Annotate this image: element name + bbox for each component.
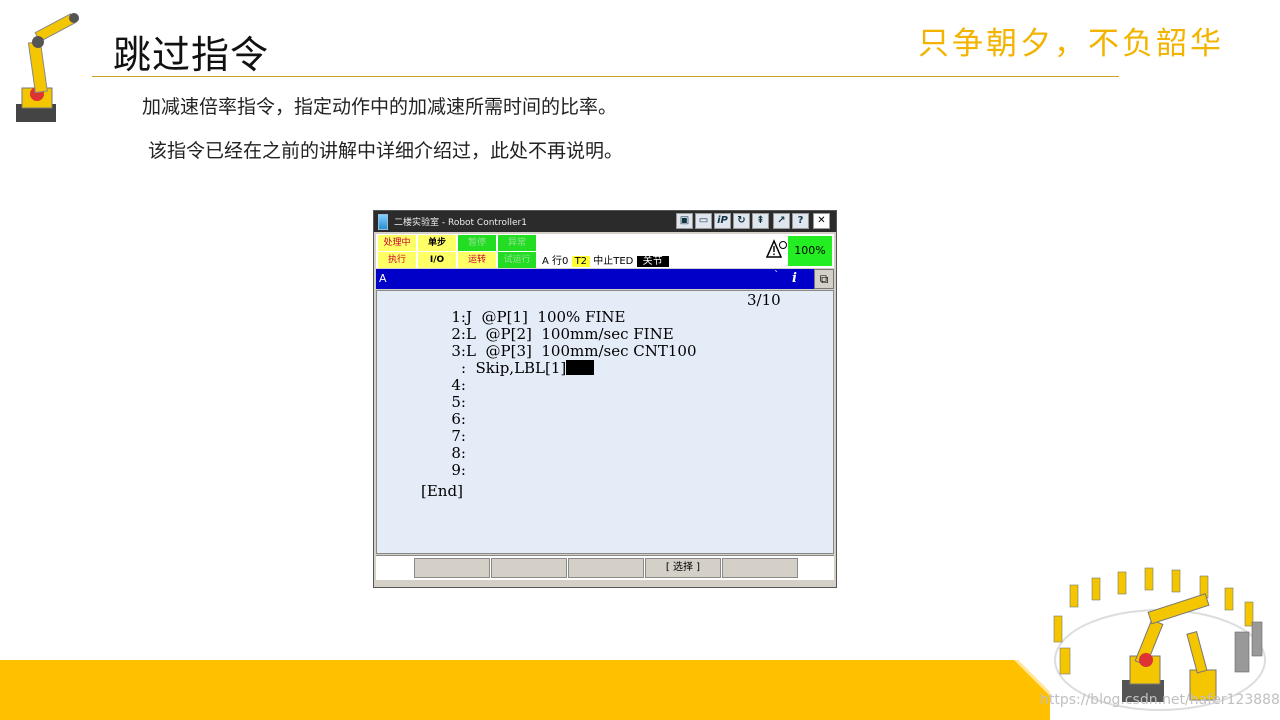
program-line[interactable]: 4: xyxy=(377,377,466,394)
status-run: 执行 xyxy=(378,252,416,268)
status-prod: 运转 xyxy=(458,252,496,268)
override-indicator[interactable]: 100% xyxy=(788,236,832,266)
title-divider xyxy=(92,76,1119,77)
line-counter: 3/10 xyxy=(747,291,781,309)
teach-pendant-icon[interactable]: ▣ xyxy=(676,213,693,229)
program-line[interactable]: 8: xyxy=(377,445,466,462)
status-panel: 处理中 单步 暂停 异常 执行 I/O 运转 试运行 A 行0 T2 中止TED… xyxy=(376,234,834,268)
status-step: 单步 xyxy=(418,235,456,251)
status-tcyc: 试运行 xyxy=(498,252,536,268)
jog-icon[interactable]: ↗ xyxy=(773,213,790,229)
program-line[interactable]: 7: xyxy=(377,428,466,445)
status-line: A 行0 T2 中止TED 关节 xyxy=(542,252,669,267)
f2-key[interactable] xyxy=(491,558,567,578)
status-io: I/O xyxy=(418,252,456,268)
bottom-accent-band xyxy=(0,660,1050,720)
execution-state: 中止TED xyxy=(593,256,634,267)
rotate-icon[interactable]: ↻ xyxy=(733,213,750,229)
program-line-status: A 行0 xyxy=(542,256,569,267)
text-cursor xyxy=(566,360,595,375)
program-line[interactable]: 9: xyxy=(377,462,466,479)
close-icon[interactable]: ✕ xyxy=(813,213,830,229)
robot-arm-logo xyxy=(16,13,79,122)
function-key-bar: [ 选择 ] xyxy=(376,555,834,580)
program-line[interactable]: 3:L @P[3] 100mm/sec CNT100 xyxy=(377,343,696,360)
watermark: https://blog.csdn.net/hafer123888 xyxy=(1040,692,1280,708)
ip-icon[interactable]: iP xyxy=(714,213,731,229)
slide-title: 跳过指令 xyxy=(113,33,270,77)
end-marker: [End] xyxy=(421,482,463,500)
f3-key[interactable] xyxy=(568,558,644,578)
keyboard-icon[interactable]: ▭ xyxy=(695,213,712,229)
status-hold: 暂停 xyxy=(458,235,496,251)
emergency-icon[interactable]: ⇞ xyxy=(752,213,769,229)
program-name: A xyxy=(379,272,387,285)
warning-icon xyxy=(766,239,787,258)
f5-key[interactable] xyxy=(722,558,798,578)
program-line[interactable]: 1:J @P[1] 100% FINE xyxy=(377,309,625,326)
status-fault: 异常 xyxy=(498,235,536,251)
program-line[interactable]: 2:L @P[2] 100mm/sec FINE xyxy=(377,326,673,343)
program-line[interactable]: 6: xyxy=(377,411,466,428)
f1-key[interactable] xyxy=(414,558,490,578)
select-key[interactable]: [ 选择 ] xyxy=(645,558,721,578)
coordinate-badge: 关节 xyxy=(636,256,669,267)
help-icon[interactable]: ? xyxy=(792,213,809,229)
description-line-1: 加减速倍率指令，指定动作中的加减速所需时间的比率。 xyxy=(142,96,618,118)
mode-badge: T2 xyxy=(571,256,591,267)
window-title: 二楼实验室 - Robot Controller1 xyxy=(394,218,527,228)
window-toggle-icon[interactable]: ⧉ xyxy=(814,269,834,289)
info-icon[interactable]: i xyxy=(792,271,797,286)
window-titlebar: 二楼实验室 - Robot Controller1 ▣ ▭ iP ↻ ⇞ ↗ ?… xyxy=(374,211,836,232)
program-editor[interactable]: 3/10 1:J @P[1] 100% FINE 2:L @P[2] 100mm… xyxy=(376,290,834,554)
status-busy: 处理中 xyxy=(378,235,416,251)
app-icon xyxy=(378,214,388,230)
description-line-2: 该指令已经在之前的讲解中详细介绍过，此处不再说明。 xyxy=(148,140,624,162)
program-line-current[interactable]: : Skip,LBL[1] xyxy=(377,360,595,377)
slogan: 只争朝夕，不负韶华 xyxy=(918,26,1224,62)
modified-mark: ` xyxy=(774,270,779,281)
program-header-bar: A ` i ⧉ xyxy=(376,269,834,289)
program-line[interactable]: 5: xyxy=(377,394,466,411)
teach-pendant-window: 二楼实验室 - Robot Controller1 ▣ ▭ iP ↻ ⇞ ↗ ?… xyxy=(373,210,837,588)
